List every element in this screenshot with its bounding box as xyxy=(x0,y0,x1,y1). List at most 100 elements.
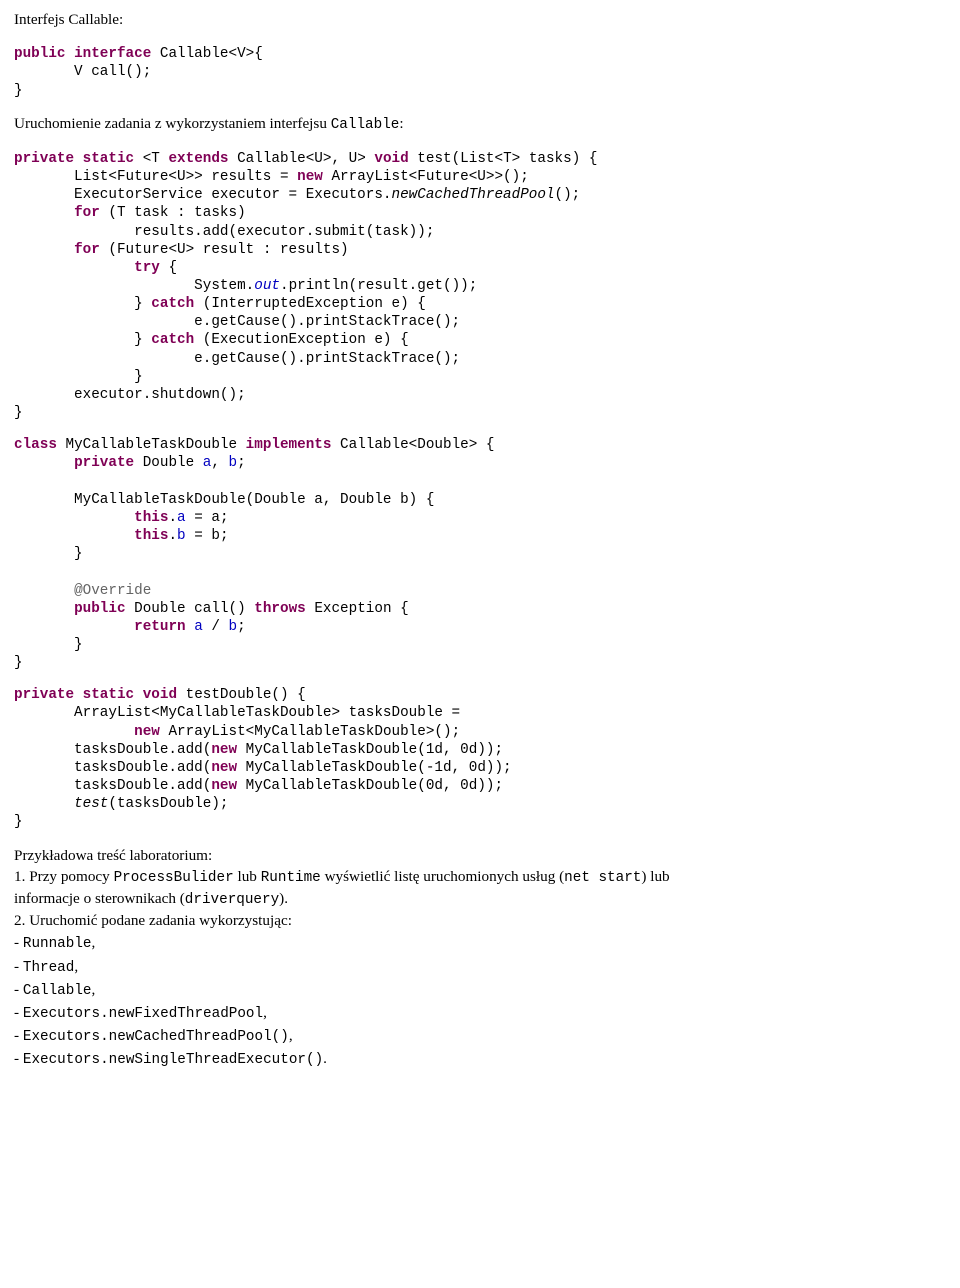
field-a: a xyxy=(177,510,186,526)
kw: void xyxy=(374,151,408,167)
kw: throws xyxy=(254,601,305,617)
txt: ArrayList<MyCallableTaskDouble> tasksDou… xyxy=(14,704,946,722)
txt: (tasksDouble); xyxy=(108,796,228,812)
code-class-mycallable: class MyCallableTaskDouble implements Ca… xyxy=(14,436,946,672)
code-callable-interface: public interface Callable<V>{ V call();} xyxy=(14,45,946,99)
txt: ; xyxy=(237,619,246,635)
kw: catch xyxy=(151,332,194,348)
field-b: b xyxy=(229,455,238,471)
kw-public: public xyxy=(14,46,65,62)
kw: private xyxy=(14,687,74,703)
txt: (); xyxy=(555,187,581,203)
txt: } xyxy=(14,368,946,386)
kw: new xyxy=(134,724,160,740)
txt: } xyxy=(14,404,946,422)
txt: testDouble() { xyxy=(177,687,306,703)
colon: : xyxy=(399,115,403,132)
indent xyxy=(14,724,134,740)
static-call: newCachedThreadPool xyxy=(392,187,555,203)
field-b: b xyxy=(177,528,186,544)
indent xyxy=(14,583,74,599)
period: . xyxy=(323,1050,327,1067)
dash: - xyxy=(14,958,23,975)
code-testdouble: private static void testDouble() { Array… xyxy=(14,686,946,831)
comma: , xyxy=(289,1027,293,1044)
dash: - xyxy=(14,1027,23,1044)
iface-close: } xyxy=(14,82,946,100)
kw: class xyxy=(14,437,57,453)
txt: } xyxy=(14,545,946,563)
txt: ArrayList<Future<U>>(); xyxy=(323,169,529,185)
txt: tasksDouble.add( xyxy=(14,778,211,794)
txt: = a; xyxy=(186,510,229,526)
txt: e.getCause().printStackTrace(); xyxy=(14,350,946,368)
dash: - xyxy=(14,934,23,951)
inline-code-callable: Callable xyxy=(331,117,400,133)
list-item-cachedpool: Executors.newCachedThreadPool() xyxy=(23,1029,289,1045)
kw-interface: interface xyxy=(65,46,151,62)
field-b: b xyxy=(229,619,238,635)
txt: (Future<U> result : results) xyxy=(100,242,349,258)
txt: Double xyxy=(134,455,203,471)
list-item-runnable: Runnable xyxy=(23,936,92,952)
txt: .println(result.get()); xyxy=(280,278,477,294)
section-title-callable: Interfejs Callable: xyxy=(14,11,123,28)
txt: Exception { xyxy=(306,601,409,617)
iface-decl: Callable<V>{ xyxy=(151,46,263,62)
txt: test(List<T> tasks) { xyxy=(409,151,598,167)
indent xyxy=(14,510,134,526)
static-call: test xyxy=(74,796,108,812)
q2: 2. Uruchomić podane zadania wykorzystują… xyxy=(14,911,946,930)
txt: ; xyxy=(237,455,246,471)
kw: for xyxy=(74,242,100,258)
txt: MyCallableTaskDouble xyxy=(57,437,246,453)
txt: e.getCause().printStackTrace(); xyxy=(14,313,946,331)
dash: - xyxy=(14,981,23,998)
field-a: a xyxy=(194,619,203,635)
dash: - xyxy=(14,1004,23,1021)
annotation-override: @Override xyxy=(74,583,151,599)
lab-title: Przykładowa treść laboratorium: xyxy=(14,846,946,865)
q1-part-e: informacje o sterownikach ( xyxy=(14,890,185,907)
txt: executor.shutdown(); xyxy=(14,386,946,404)
txt: = b; xyxy=(186,528,229,544)
indent xyxy=(14,455,74,471)
txt: , xyxy=(211,455,228,471)
txt: MyCallableTaskDouble(1d, 0d)); xyxy=(237,742,503,758)
kw: private xyxy=(74,455,134,471)
list-item-singlethread: Executors.newSingleThreadExecutor() xyxy=(23,1052,323,1068)
txt: MyCallableTaskDouble(-1d, 0d)); xyxy=(237,760,512,776)
iface-method: V call(); xyxy=(14,63,946,81)
txt: . xyxy=(168,510,177,526)
txt: tasksDouble.add( xyxy=(14,760,211,776)
txt: Double call() xyxy=(126,601,255,617)
kw: extends xyxy=(168,151,228,167)
inline-code-netstart: net start xyxy=(564,870,641,886)
txt: <T xyxy=(134,151,168,167)
q1-part-a: 1. Przy pomocy xyxy=(14,868,114,885)
kw: this xyxy=(134,510,168,526)
kw: catch xyxy=(151,296,194,312)
code-test-method: private static <T extends Callable<U>, U… xyxy=(14,150,946,422)
txt: (InterruptedException e) { xyxy=(194,296,426,312)
indent xyxy=(14,528,134,544)
txt: (ExecutionException e) { xyxy=(194,332,409,348)
kw: new xyxy=(297,169,323,185)
txt: results.add(executor.submit(task)); xyxy=(14,223,946,241)
kw: new xyxy=(211,778,237,794)
comma: , xyxy=(74,958,78,975)
txt: Callable<Double> { xyxy=(331,437,494,453)
kw: new xyxy=(211,742,237,758)
kw: static xyxy=(74,151,134,167)
kw: for xyxy=(74,205,100,221)
indent xyxy=(14,796,74,812)
txt: } xyxy=(14,332,151,348)
txt: { xyxy=(160,260,177,276)
kw: new xyxy=(211,760,237,776)
dash: - xyxy=(14,1050,23,1067)
kw: return xyxy=(134,619,185,635)
txt: } xyxy=(14,813,946,831)
inline-code-driverquery: driverquery xyxy=(185,892,279,908)
txt: . xyxy=(168,528,177,544)
indent xyxy=(14,601,74,617)
